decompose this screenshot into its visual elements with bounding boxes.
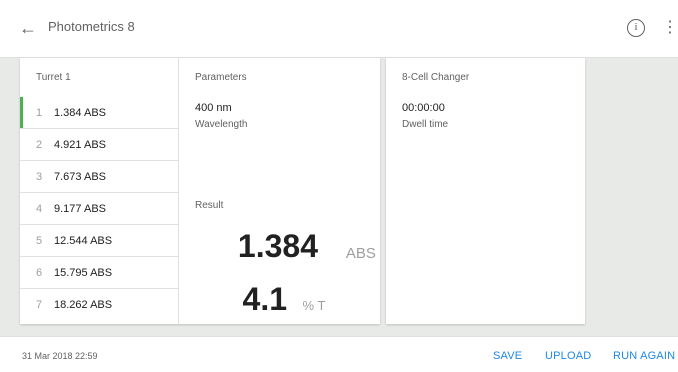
more-vert-icon[interactable]: ⋮: [662, 16, 678, 40]
dwell-time-label: Dwell time: [402, 119, 449, 130]
abs-result: 1.384 ABS: [237, 228, 376, 265]
turret-item-number: 4: [36, 203, 43, 215]
turret-list: 1 1.384 ABS 2 4.921 ABS 3 7.673 ABS 4 9.…: [20, 97, 178, 321]
cell-changer-title: 8-Cell Changer: [402, 72, 470, 83]
page-title: Photometrics 8: [48, 19, 135, 34]
turret-item-6[interactable]: 6 15.795 ABS: [20, 257, 178, 289]
parameters-title: Parameters: [195, 72, 247, 83]
transmittance-unit: % T: [302, 298, 326, 313]
turret-item-number: 6: [36, 267, 43, 279]
turret-item-7[interactable]: 7 18.262 ABS: [20, 289, 178, 321]
turret-item-number: 2: [36, 139, 43, 151]
turret-item-2[interactable]: 2 4.921 ABS: [20, 129, 178, 161]
save-button[interactable]: SAVE: [493, 350, 522, 362]
turret-item-1[interactable]: 1 1.384 ABS: [20, 97, 178, 129]
wavelength-label: Wavelength: [195, 119, 248, 130]
parameters-panel: Parameters 400 nm Wavelength Result 1.38…: [179, 58, 380, 324]
turret-item-value: 1.384 ABS: [54, 107, 106, 119]
abs-unit: ABS: [345, 245, 376, 262]
timestamp: 31 Mar 2018 22:59: [22, 351, 98, 361]
turret-item-value: 7.673 ABS: [54, 171, 106, 183]
turret-item-value: 9.177 ABS: [54, 203, 106, 215]
dwell-time-value: 00:00:00: [402, 102, 445, 114]
result-label: Result: [195, 200, 224, 211]
transmittance-value: 4.1: [242, 281, 287, 317]
measurement-card: Turret 1 1 1.384 ABS 2 4.921 ABS 3 7.673…: [20, 58, 380, 324]
turret-title: Turret 1: [36, 72, 71, 83]
content-area: Turret 1 1 1.384 ABS 2 4.921 ABS 3 7.673…: [0, 58, 678, 336]
turret-item-5[interactable]: 5 12.544 ABS: [20, 225, 178, 257]
turret-item-number: 3: [36, 171, 43, 183]
app-bar: ← Photometrics 8 i ⋮: [0, 0, 678, 58]
turret-item-value: 4.921 ABS: [54, 139, 106, 151]
info-icon[interactable]: i: [627, 19, 645, 37]
turret-panel: Turret 1 1 1.384 ABS 2 4.921 ABS 3 7.673…: [20, 58, 179, 324]
upload-button[interactable]: UPLOAD: [545, 350, 591, 362]
transmittance-result: 4.1 % T: [242, 281, 326, 318]
footer-bar: 31 Mar 2018 22:59 SAVE UPLOAD RUN AGAIN: [0, 336, 678, 372]
turret-item-4[interactable]: 4 9.177 ABS: [20, 193, 178, 225]
run-again-button[interactable]: RUN AGAIN: [613, 350, 675, 362]
turret-item-number: 1: [36, 107, 43, 119]
wavelength-value: 400 nm: [195, 102, 232, 114]
cell-changer-card: 8-Cell Changer 00:00:00 Dwell time: [386, 58, 585, 324]
turret-item-3[interactable]: 3 7.673 ABS: [20, 161, 178, 193]
turret-item-number: 5: [36, 235, 43, 247]
turret-item-value: 18.262 ABS: [54, 299, 113, 311]
turret-item-number: 7: [36, 299, 43, 311]
turret-item-value: 15.795 ABS: [54, 267, 113, 279]
abs-value: 1.384: [237, 228, 318, 264]
turret-item-value: 12.544 ABS: [54, 235, 113, 247]
arrow-left-icon[interactable]: ←: [16, 16, 40, 40]
